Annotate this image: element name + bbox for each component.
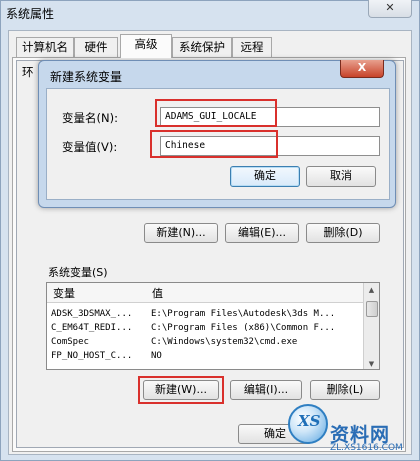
variable-value-highlight bbox=[150, 130, 278, 158]
system-new-button[interactable]: 新建(W)... bbox=[143, 380, 219, 400]
tab-system-protection[interactable]: 系统保护 bbox=[172, 37, 232, 57]
table-row[interactable]: C_EM64T_REDI... C:\Program Files (x86)\C… bbox=[47, 321, 365, 335]
row-variable-value: C:\Program Files (x86)\Common F... bbox=[151, 323, 336, 333]
row-variable-name: FP_NO_HOST_C... bbox=[51, 351, 133, 361]
column-header-variable[interactable]: 变量 bbox=[53, 285, 75, 301]
row-variable-name: ComSpec bbox=[51, 337, 89, 347]
tab-hardware[interactable]: 硬件 bbox=[74, 37, 118, 57]
tab-advanced[interactable]: 高级 bbox=[120, 34, 172, 58]
watermark-logo-letters: XS bbox=[298, 412, 321, 430]
user-new-button[interactable]: 新建(N)... bbox=[144, 223, 218, 243]
dialog-close-icon[interactable]: X bbox=[340, 60, 384, 78]
row-variable-name: C_EM64T_REDI... bbox=[51, 323, 133, 333]
user-delete-button[interactable]: 删除(D) bbox=[306, 223, 380, 243]
dialog-ok-button[interactable]: 确定 bbox=[230, 166, 300, 187]
watermark-url: ZL.XS1616.COM bbox=[330, 443, 403, 453]
window-title: 系统属性 bbox=[6, 7, 55, 21]
scroll-down-icon[interactable]: ▼ bbox=[364, 357, 379, 369]
row-variable-value: C:\Windows\system32\cmd.exe bbox=[151, 337, 298, 347]
variable-name-highlight bbox=[155, 99, 277, 127]
tab-computer-name[interactable]: 计算机名 bbox=[16, 37, 74, 57]
close-icon[interactable]: ✕ bbox=[368, 0, 412, 18]
system-delete-button[interactable]: 删除(L) bbox=[310, 380, 380, 400]
variable-value-label: 变量值(V): bbox=[62, 140, 118, 154]
tab-remote[interactable]: 远程 bbox=[232, 37, 272, 57]
scroll-up-icon[interactable]: ▲ bbox=[364, 283, 379, 297]
system-variables-list[interactable]: 变量 值 ADSK_3DSMAX_... E:\Program Files\Au… bbox=[46, 282, 380, 370]
scroll-thumb[interactable] bbox=[366, 301, 378, 317]
user-edit-button[interactable]: 编辑(E)... bbox=[225, 223, 299, 243]
table-row[interactable]: ComSpec C:\Windows\system32\cmd.exe bbox=[47, 335, 365, 349]
list-header: 变量 值 bbox=[47, 283, 365, 303]
variable-name-label: 变量名(N): bbox=[62, 111, 118, 125]
row-variable-value: NO bbox=[151, 351, 162, 361]
system-edit-button[interactable]: 编辑(I)... bbox=[230, 380, 302, 400]
list-scrollbar[interactable]: ▲ ▼ bbox=[363, 283, 379, 369]
row-variable-name: ADSK_3DSMAX_... bbox=[51, 309, 133, 319]
column-header-value[interactable]: 值 bbox=[152, 285, 163, 301]
table-row[interactable]: ADSK_3DSMAX_... E:\Program Files\Autodes… bbox=[47, 307, 365, 321]
dialog-cancel-button[interactable]: 取消 bbox=[306, 166, 376, 187]
table-row[interactable]: FP_NO_HOST_C... NO bbox=[47, 349, 365, 363]
env-window-title: 环 bbox=[22, 65, 34, 79]
system-variables-label: 系统变量(S) bbox=[48, 266, 108, 279]
row-variable-value: E:\Program Files\Autodesk\3ds M... bbox=[151, 309, 336, 319]
dialog-title: 新建系统变量 bbox=[50, 70, 123, 84]
